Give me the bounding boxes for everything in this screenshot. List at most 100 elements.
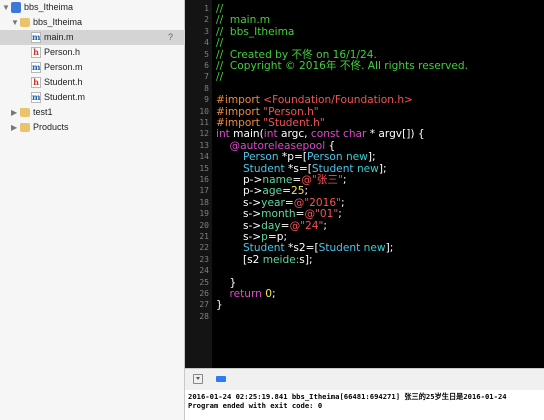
code-line[interactable]: Student *s2=[Student new]; (216, 242, 393, 254)
code-token: ; (342, 174, 347, 186)
console-toggle-icon[interactable] (216, 376, 226, 382)
code-line[interactable]: s->day=@"24"; (216, 220, 327, 232)
source-control-status-badge: ? (167, 32, 173, 42)
code-token: Student (242, 162, 285, 175)
nav-item-products[interactable]: ▶ Products (0, 120, 185, 135)
line-number: 7 (204, 72, 209, 82)
code-line[interactable]: return 0; (216, 288, 275, 300)
code-line[interactable]: @autoreleasepool { (216, 140, 335, 152)
code-token: <Foundation/Foundation.h> (263, 94, 413, 107)
code-token: s-> (216, 219, 262, 232)
code-line[interactable]: #import "Person.h" (216, 106, 319, 118)
h-file-icon: h (31, 47, 41, 58)
code-editor[interactable]: 1 2 3 4 5 6 7 8 9 10 11 12 13 14 15 16 17 18 19 20 21 22 23 24 2… (185, 0, 544, 368)
code-token: // (216, 71, 224, 84)
code-line[interactable]: // (216, 3, 223, 15)
code-token: year (261, 196, 285, 209)
code-token: "Person.h" (263, 105, 319, 118)
code-token: month (261, 208, 296, 221)
code-token: = (282, 185, 291, 198)
code-token: s-> (216, 208, 262, 221)
m-file-icon: m (31, 92, 41, 103)
nav-item-person-h[interactable]: h Person.h (0, 45, 185, 60)
line-number: 2 (204, 15, 209, 25)
nav-item-group[interactable]: ▼ bbs_Itheima (0, 15, 185, 30)
line-number: 8 (204, 83, 209, 93)
code-line[interactable]: // bbs_Itheima (216, 26, 294, 38)
nav-item-project[interactable]: ▼ bbs_Itheima (0, 0, 185, 15)
disclosure-open-icon[interactable]: ▼ (2, 0, 10, 15)
code-line[interactable]: p->name=@"张三"; (216, 174, 346, 186)
code-line[interactable]: s->p=p; (216, 231, 287, 243)
code-token: p-> (216, 174, 263, 186)
code-token: @"2016" (293, 196, 342, 209)
code-token: return (229, 288, 262, 300)
code-line[interactable]: s->month=@"01"; (216, 208, 342, 220)
console-line: Program ended with exit code: 0 (188, 401, 323, 410)
disclosure-closed-icon[interactable]: ▶ (11, 120, 17, 135)
console-line: 2016-01-24 02:25:19.841 bbs_Itheima[6648… (188, 392, 507, 401)
nav-item-main-m[interactable]: m main.m ? (0, 30, 185, 45)
code-line[interactable]: #import "Student.h" (216, 117, 325, 129)
code-line[interactable]: } (216, 277, 236, 289)
code-token: "Student.h" (263, 117, 325, 129)
line-number: 13 (199, 140, 209, 150)
code-line[interactable]: } (216, 299, 223, 311)
code-token: ]; (385, 242, 394, 255)
debug-console[interactable]: 2016-01-24 02:25:19.841 bbs_Itheima[6648… (185, 390, 544, 420)
code-token: int (216, 128, 230, 141)
nav-item-test1[interactable]: ▶ test1 (0, 105, 185, 120)
project-icon (11, 2, 21, 13)
code-token: s-> (216, 231, 262, 243)
code-token: // Created by 不佟 on 16/1/24. (216, 48, 377, 61)
code-token: @"24" (289, 219, 324, 232)
code-line[interactable]: // Copyright © 2016年 不佟. All rights rese… (216, 60, 468, 72)
code-line[interactable]: // (216, 71, 223, 83)
nav-item-label: test1 (33, 107, 53, 117)
code-token: // Copyright © 2016年 不佟. All rights rese… (216, 60, 468, 72)
nav-item-student-h[interactable]: h Student.h (0, 75, 185, 90)
code-line[interactable]: int main(int argc, const char * argv[]) … (216, 128, 425, 140)
nav-item-label: Student.m (44, 92, 86, 102)
nav-item-label: bbs_Itheima (33, 17, 83, 27)
disclosure-closed-icon[interactable]: ▶ (11, 105, 17, 120)
code-line[interactable]: #import <Foundation/Foundation.h> (216, 94, 413, 106)
code-token: p-> (216, 185, 263, 198)
code-token: ]; (378, 162, 387, 175)
line-number: 4 (204, 38, 209, 48)
code-line[interactable]: p->age=25; (216, 185, 308, 197)
code-token: ; (304, 185, 309, 198)
nav-item-label: main.m (44, 32, 74, 42)
line-number: 1 (204, 4, 209, 13)
code-token: =p; (267, 231, 288, 243)
code-token: name (262, 174, 293, 186)
code-token: ; (323, 219, 327, 232)
nav-item-student-m[interactable]: m Student.m (0, 90, 185, 105)
code-line[interactable]: Person *p=[Person new]; (216, 151, 376, 163)
code-token: // (216, 37, 224, 50)
line-number-gutter: 1 2 3 4 5 6 7 8 9 10 11 12 13 14 15 16 17 18 19 20 21 22 23 24 2… (185, 0, 212, 368)
code-token: ]; (367, 151, 376, 164)
code-token: // (216, 3, 224, 15)
folder-icon (20, 108, 30, 117)
code-token: // main.m (216, 14, 271, 27)
code-token: @autoreleasepool (229, 139, 326, 152)
line-number: 25 (199, 277, 209, 287)
code-line[interactable]: // main.m (216, 14, 270, 26)
line-number: 3 (204, 26, 209, 36)
code-line[interactable]: [s2 meide:s]; (216, 254, 313, 266)
code-token: Person (306, 151, 343, 164)
nav-item-label: Person.h (44, 47, 81, 57)
code-line[interactable]: Student *s=[Student new]; (216, 163, 387, 175)
code-line[interactable]: // (216, 37, 223, 49)
code-line[interactable]: s->year=@"2016"; (216, 197, 345, 209)
nav-item-person-m[interactable]: m Person.m (0, 60, 185, 75)
code-line[interactable]: // Created by 不佟 on 16/1/24. (216, 49, 377, 61)
code-token: 0 (265, 288, 273, 300)
line-number: 24 (199, 266, 209, 276)
hide-debug-area-icon[interactable] (193, 374, 203, 384)
disclosure-open-icon[interactable]: ▼ (11, 15, 19, 30)
